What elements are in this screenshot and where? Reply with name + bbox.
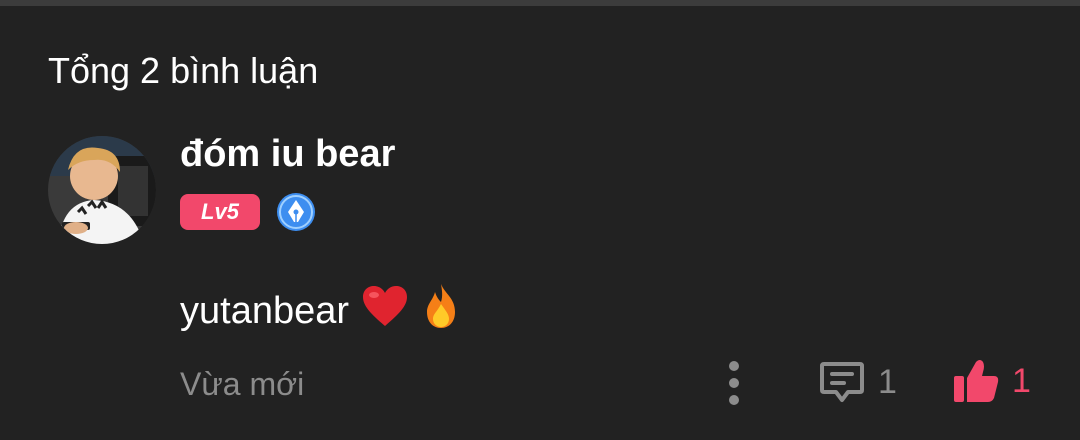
top-divider bbox=[0, 0, 1080, 6]
pen-nib-badge-icon bbox=[276, 192, 316, 232]
comment-icon bbox=[820, 362, 864, 402]
comment-timestamp: Vừa mới bbox=[180, 366, 305, 402]
heart-icon bbox=[361, 284, 409, 338]
comment-text: yutanbear bbox=[180, 289, 350, 332]
more-options-button[interactable] bbox=[718, 356, 750, 410]
like-count: 1 bbox=[1012, 361, 1031, 400]
avatar[interactable] bbox=[48, 136, 156, 244]
level-badge: Lv5 bbox=[180, 194, 260, 230]
comment-username[interactable]: đóm iu bear bbox=[180, 133, 395, 176]
comment-count-heading: Tổng 2 bình luận bbox=[48, 50, 319, 91]
more-vertical-icon bbox=[729, 361, 739, 405]
reply-count: 1 bbox=[878, 362, 897, 401]
thumbs-up-icon bbox=[954, 360, 999, 402]
reply-button[interactable]: 1 bbox=[818, 358, 897, 406]
comment-body: yutanbear bbox=[180, 282, 461, 340]
like-button[interactable]: 1 bbox=[952, 358, 1031, 404]
fire-icon bbox=[421, 282, 461, 340]
